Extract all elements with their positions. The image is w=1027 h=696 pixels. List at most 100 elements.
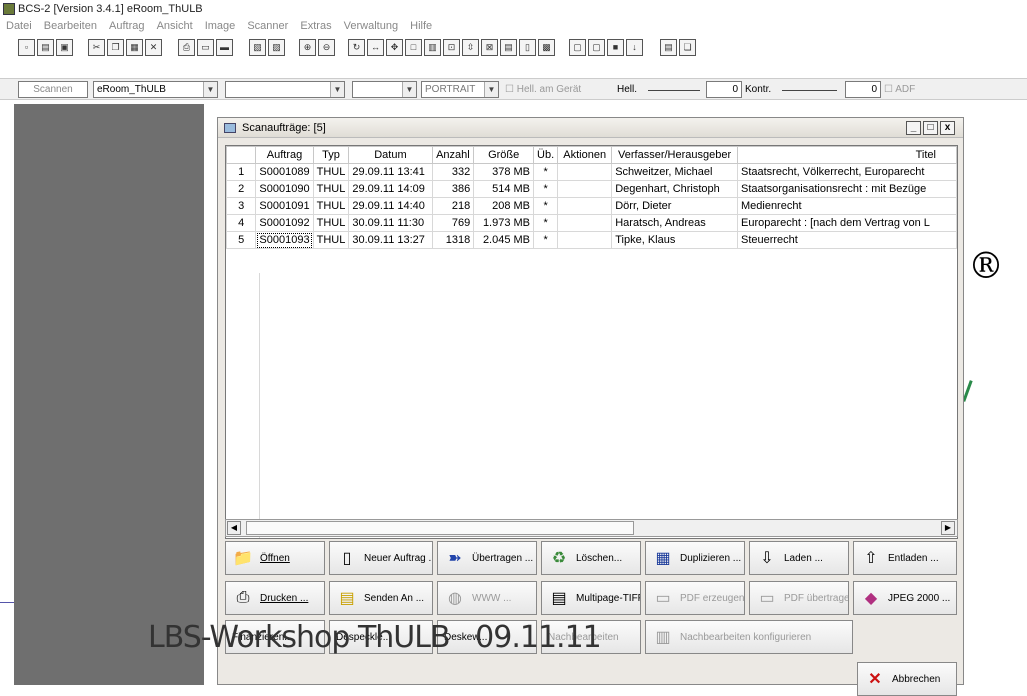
split-icon[interactable]: ▯ — [519, 39, 536, 56]
table-row[interactable]: 4 S0001092 THUL 30.09.11 11:30 769 1.973… — [225, 214, 958, 232]
menu-verwaltung[interactable]: Verwaltung — [344, 20, 398, 32]
cell-typ: THUL — [312, 231, 350, 249]
main-toolbar: ▫ ▤ ▣ ✂ ❐ ▦ ✕ ⎙ ▭ ▬ ▧ ▨ ⊕ ⊖ ↻ ↔ ✥ □ ▥ ⊡ … — [0, 36, 1027, 62]
print-icon[interactable]: ⎙ — [178, 39, 195, 56]
cell-auftrag: S0001091 — [255, 197, 314, 215]
select-icon[interactable]: ⊠ — [481, 39, 498, 56]
col-header-aktionen[interactable]: Aktionen — [557, 146, 613, 164]
book-icon[interactable]: ▩ — [538, 39, 555, 56]
scroll-thumb[interactable] — [246, 521, 634, 535]
kontr-value[interactable]: 0 — [845, 81, 881, 98]
kontr-slider[interactable] — [782, 81, 837, 91]
abbrechen-button[interactable]: ✕ Abbrechen — [857, 662, 957, 696]
chevron-down-icon[interactable]: ▼ — [203, 82, 217, 97]
senden-an-button[interactable]: ▤ Senden An ... — [329, 581, 433, 615]
col-header-typ[interactable]: Typ — [312, 146, 350, 164]
page-icon[interactable]: ▤ — [500, 39, 517, 56]
nachbearbeiten-konfigurieren-button[interactable]: ▥ Nachbearbeiten konfigurieren — [645, 620, 853, 654]
col-header-auftrag[interactable]: Auftrag — [255, 146, 314, 164]
jpeg2000-button[interactable]: ◆ JPEG 2000 ... — [853, 581, 957, 615]
delete-icon[interactable]: ✕ — [145, 39, 162, 56]
pdf-erzeugen-button[interactable]: ▭ PDF erzeugen ... — [645, 581, 745, 615]
single-page-icon[interactable]: ▢ — [569, 39, 586, 56]
close-button[interactable]: x — [940, 121, 955, 135]
chevron-down-icon[interactable]: ▼ — [402, 82, 416, 97]
move-icon[interactable]: ⇳ — [462, 39, 479, 56]
oeffnen-button[interactable]: 📁 Öffnen — [225, 541, 325, 575]
image-tool2-icon[interactable]: ▨ — [268, 39, 285, 56]
zoom-out-icon[interactable]: ⊖ — [318, 39, 335, 56]
pdf-uebertragen-button[interactable]: ▭ PDF übertragen... — [749, 581, 849, 615]
laden-button[interactable]: ⇩ Laden ... — [749, 541, 849, 575]
scanner-select[interactable]: ▼ — [225, 81, 345, 98]
col-header-datum[interactable]: Datum — [348, 146, 433, 164]
menu-auftrag[interactable]: Auftrag — [109, 20, 144, 32]
resolution-select[interactable]: ▼ — [352, 81, 417, 98]
arrow-down-icon[interactable]: ↓ — [626, 39, 643, 56]
col-header-anzahl[interactable]: Anzahl — [431, 146, 475, 164]
col-header-ueb[interactable]: Üb. — [533, 146, 559, 164]
table-row[interactable]: 1 S0001089 THUL 29.09.11 13:41 332 378 M… — [225, 163, 958, 181]
double-page-icon[interactable]: ▢ — [588, 39, 605, 56]
image-tool-icon[interactable]: ▧ — [249, 39, 266, 56]
drucken-button[interactable]: ⎙ Drucken ... — [225, 581, 325, 615]
block-icon[interactable]: ■ — [607, 39, 624, 56]
open-icon[interactable]: ▤ — [37, 39, 54, 56]
menu-bearbeiten[interactable]: Bearbeiten — [44, 20, 97, 32]
copy-pages-icon[interactable]: ❏ — [679, 39, 696, 56]
menu-ansicht[interactable]: Ansicht — [157, 20, 193, 32]
entladen-button[interactable]: ⇧ Entladen ... — [853, 541, 957, 575]
www-button[interactable]: ◍ WWW ... — [437, 581, 537, 615]
orientation-select[interactable]: PORTRAIT ▼ — [421, 81, 499, 98]
hell-value[interactable]: 0 — [706, 81, 742, 98]
cut-icon[interactable]: ✂ — [88, 39, 105, 56]
neuer-auftrag-button[interactable]: ▯ Neuer Auftrag ... — [329, 541, 433, 575]
profile-select[interactable]: eRoom_ThULB ▼ — [93, 81, 218, 98]
copy-icon[interactable]: ❐ — [107, 39, 124, 56]
scroll-right-icon[interactable]: ▶ — [941, 521, 955, 535]
frame-icon[interactable]: □ — [405, 39, 422, 56]
thumbnail-icon[interactable]: ▤ — [660, 39, 677, 56]
table-header-row: Auftrag Typ Datum Anzahl Größe Üb. Aktio… — [225, 146, 958, 164]
col-header-index[interactable] — [225, 146, 257, 164]
index-column-rule — [259, 273, 260, 538]
zoom-in-icon[interactable]: ⊕ — [299, 39, 316, 56]
scroll-left-icon[interactable]: ◀ — [227, 521, 241, 535]
uebertragen-button[interactable]: ➽ Übertragen ... — [437, 541, 537, 575]
hell-am-geraet-checkbox[interactable]: ☐ Hell. am Gerät — [505, 81, 581, 98]
col-header-titel[interactable]: Titel — [736, 146, 958, 164]
hell-slider[interactable] — [648, 81, 700, 91]
tiff-icon[interactable]: ▬ — [216, 39, 233, 56]
menu-image[interactable]: Image — [205, 20, 236, 32]
histogram-icon[interactable]: ▥ — [424, 39, 441, 56]
chevron-down-icon[interactable]: ▼ — [484, 82, 498, 97]
fit-width-icon[interactable]: ↔ — [367, 39, 384, 56]
col-header-groesse[interactable]: Größe — [473, 146, 535, 164]
maximize-button[interactable]: □ — [923, 121, 938, 135]
crop-icon[interactable]: ⊡ — [443, 39, 460, 56]
table-row[interactable]: 5 S0001093 THUL 30.09.11 13:27 1318 2.04… — [225, 231, 958, 249]
duplizieren-button[interactable]: ▦ Duplizieren ... — [645, 541, 745, 575]
table-row[interactable]: 2 S0001090 THUL 29.09.11 14:09 386 514 M… — [225, 180, 958, 198]
chevron-down-icon[interactable]: ▼ — [330, 82, 344, 97]
menu-scanner[interactable]: Scanner — [247, 20, 288, 32]
paste-icon[interactable]: ▦ — [126, 39, 143, 56]
scan-button[interactable]: Scannen — [18, 81, 88, 98]
horizontal-scrollbar[interactable]: ◀ ▶ — [225, 519, 958, 537]
save-icon[interactable]: ▣ — [56, 39, 73, 56]
menu-datei[interactable]: Datei — [6, 20, 32, 32]
scan-icon[interactable]: ▭ — [197, 39, 214, 56]
adf-checkbox[interactable]: ☐ ADF — [884, 81, 915, 98]
fit-page-icon[interactable]: ✥ — [386, 39, 403, 56]
abbrechen-label: Abbrechen — [892, 673, 941, 685]
minimize-button[interactable]: _ — [906, 121, 921, 135]
rotate-icon[interactable]: ↻ — [348, 39, 365, 56]
menu-hilfe[interactable]: Hilfe — [410, 20, 432, 32]
new-icon[interactable]: ▫ — [18, 39, 35, 56]
cell-aktionen — [557, 197, 613, 215]
menu-extras[interactable]: Extras — [300, 20, 331, 32]
table-row[interactable]: 3 S0001091 THUL 29.09.11 14:40 218 208 M… — [225, 197, 958, 215]
col-header-verfasser[interactable]: Verfasser/Herausgeber — [611, 146, 738, 164]
loeschen-button[interactable]: ♻ Löschen... — [541, 541, 641, 575]
multipage-tiff-button[interactable]: ▤ Multipage-TIFF... — [541, 581, 641, 615]
